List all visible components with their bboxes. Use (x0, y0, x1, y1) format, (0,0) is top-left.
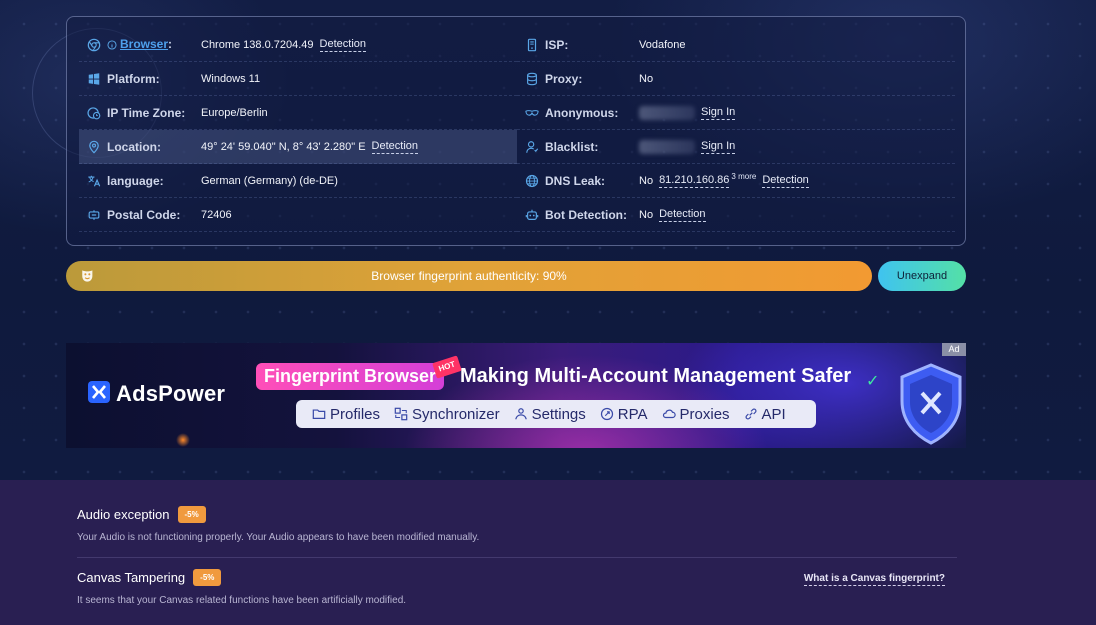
info-row-anonymous: Anonymous: Sign In (517, 96, 955, 130)
browser-value: Chrome 138.0.7204.49 (201, 38, 314, 51)
exception-divider (77, 557, 957, 558)
ad-brand-name: AdsPower (116, 381, 226, 406)
location-pin-icon (86, 139, 102, 155)
authenticity-progress-bar: Browser fingerprint authenticity: 90% (66, 261, 872, 291)
ad-feature-api: API (744, 406, 786, 423)
info-row-isp: ISP: Vodafone (517, 28, 955, 62)
blacklist-blurred-value (639, 139, 695, 154)
server-icon (524, 37, 540, 53)
platform-value: Windows 11 (201, 72, 261, 85)
browser-info-panel: Browser: Chrome 138.0.7204.49 Detection P… (66, 16, 966, 246)
dns-detection-link[interactable]: Detection (762, 174, 809, 188)
postal-code-icon (86, 207, 102, 223)
cloud-icon (662, 409, 676, 419)
adspower-ad-banner[interactable]: Ad AdsPower Fingerprint Browser HOT Maki… (66, 343, 966, 448)
authenticity-text: Browser fingerprint authenticity: 90% (371, 269, 567, 283)
browser-detection-link[interactable]: Detection (319, 38, 367, 52)
postal-code-value: 72406 (201, 208, 232, 221)
ad-feature-profiles: Profiles (312, 406, 380, 423)
ad-feature-settings: Settings (514, 406, 586, 423)
anonymous-label: Anonymous: (545, 105, 619, 120)
unexpand-button[interactable]: Unexpand (878, 261, 966, 291)
mask-icon (524, 105, 540, 121)
bot-detection-link[interactable]: Detection (659, 208, 706, 222)
dns-leak-value: No (639, 174, 654, 187)
robot-icon (524, 207, 540, 223)
windows-icon (86, 71, 102, 87)
info-row-language: language: German (Germany) (de-DE) (79, 164, 517, 198)
timezone-label: IP Time Zone: (107, 105, 186, 120)
bot-detection-label: Bot Detection: (545, 207, 627, 222)
info-row-dns-leak: DNS Leak: No 81.210.160.86 3 more Detection (517, 164, 955, 198)
audio-exception-description: Your Audio is not functioning properly. … (77, 532, 480, 543)
info-circle-icon (107, 37, 117, 53)
audio-exception-title: Audio exception (77, 507, 170, 522)
proxy-value: No (639, 72, 654, 85)
ad-feature-synchronizer: Synchronizer (394, 406, 500, 423)
user-icon (524, 139, 540, 155)
audio-exception-item: Audio exception -5% Your Audio is not fun… (77, 506, 957, 543)
location-detection-link[interactable]: Detection (371, 140, 419, 154)
language-value: German (Germany) (de-DE) (201, 174, 338, 187)
translate-icon (86, 173, 102, 189)
ad-headline: Making Multi-Account Management Safer (460, 365, 852, 387)
ad-feature-proxies: Proxies (662, 406, 730, 423)
info-row-bot-detection: Bot Detection: No Detection (517, 198, 955, 232)
decorative-glow (176, 433, 190, 447)
canvas-exception-description: It seems that your Canvas related functi… (77, 595, 407, 606)
info-row-location: Location: 49° 24' 59.040" N, 8° 43' 2.28… (79, 130, 517, 164)
timezone-value: Europe/Berlin (201, 106, 268, 119)
canvas-exception-item: Canvas Tampering -5% It seems that your C… (77, 569, 957, 606)
ad-product-pill: Fingerprint Browser (256, 363, 445, 390)
people-settings-icon (514, 408, 527, 420)
bot-detection-value: No (639, 208, 654, 221)
canvas-penalty-badge: -5% (193, 569, 222, 586)
sync-icon (394, 407, 408, 421)
info-row-browser: Browser: Chrome 138.0.7204.49 Detection (79, 28, 517, 62)
dns-leak-label: DNS Leak: (545, 173, 606, 188)
chrome-icon (86, 37, 102, 53)
anonymous-sign-in-link[interactable]: Sign In (701, 106, 736, 120)
checkmark-icon: ✓ (866, 373, 880, 390)
canvas-fingerprint-help-link[interactable]: What is a Canvas fingerprint? (803, 573, 945, 586)
ad-feature-rpa: RPA (600, 406, 648, 423)
isp-value: Vodafone (639, 38, 686, 51)
blacklist-label: Blacklist: (545, 139, 599, 154)
language-label: language: (107, 173, 164, 188)
info-row-blacklist: Blacklist: Sign In (517, 130, 955, 164)
folder-icon (312, 409, 326, 419)
dns-ip-link[interactable]: 81.210.160.86 (659, 174, 730, 188)
info-row-proxy: Proxy: No (517, 62, 955, 96)
isp-label: ISP: (545, 37, 569, 52)
adspower-logo-icon (88, 381, 110, 403)
postal-code-label: Postal Code: (107, 207, 181, 222)
proxy-label: Proxy: (545, 71, 583, 86)
location-label: Location: (107, 139, 161, 154)
location-value: 49° 24' 59.040" N, 8° 43' 2.280" E (201, 140, 366, 153)
anonymous-blurred-value (639, 105, 695, 120)
rocket-icon (600, 407, 613, 421)
platform-label: Platform: (107, 71, 160, 86)
link-icon (745, 408, 757, 420)
info-row-platform: Platform: Windows 11 (79, 62, 517, 96)
canvas-exception-title: Canvas Tampering (77, 570, 186, 585)
audio-penalty-badge: -5% (177, 506, 206, 523)
database-icon (524, 71, 540, 87)
shield-icon (900, 363, 962, 445)
dns-more-count: 3 more (731, 172, 757, 181)
ad-hot-tag: HOT (432, 355, 462, 379)
blacklist-sign-in-link[interactable]: Sign In (701, 140, 736, 154)
globe-clock-icon (86, 105, 102, 121)
ad-badge: Ad (942, 343, 966, 356)
ad-feature-bar: Profiles Synchronizer Settings RPA Proxi… (296, 400, 816, 428)
browser-label-link[interactable]: Browser (120, 37, 168, 51)
globe-icon (524, 173, 540, 189)
info-row-timezone: IP Time Zone: Europe/Berlin (79, 96, 517, 130)
info-row-postal: Postal Code: 72406 (79, 198, 517, 232)
